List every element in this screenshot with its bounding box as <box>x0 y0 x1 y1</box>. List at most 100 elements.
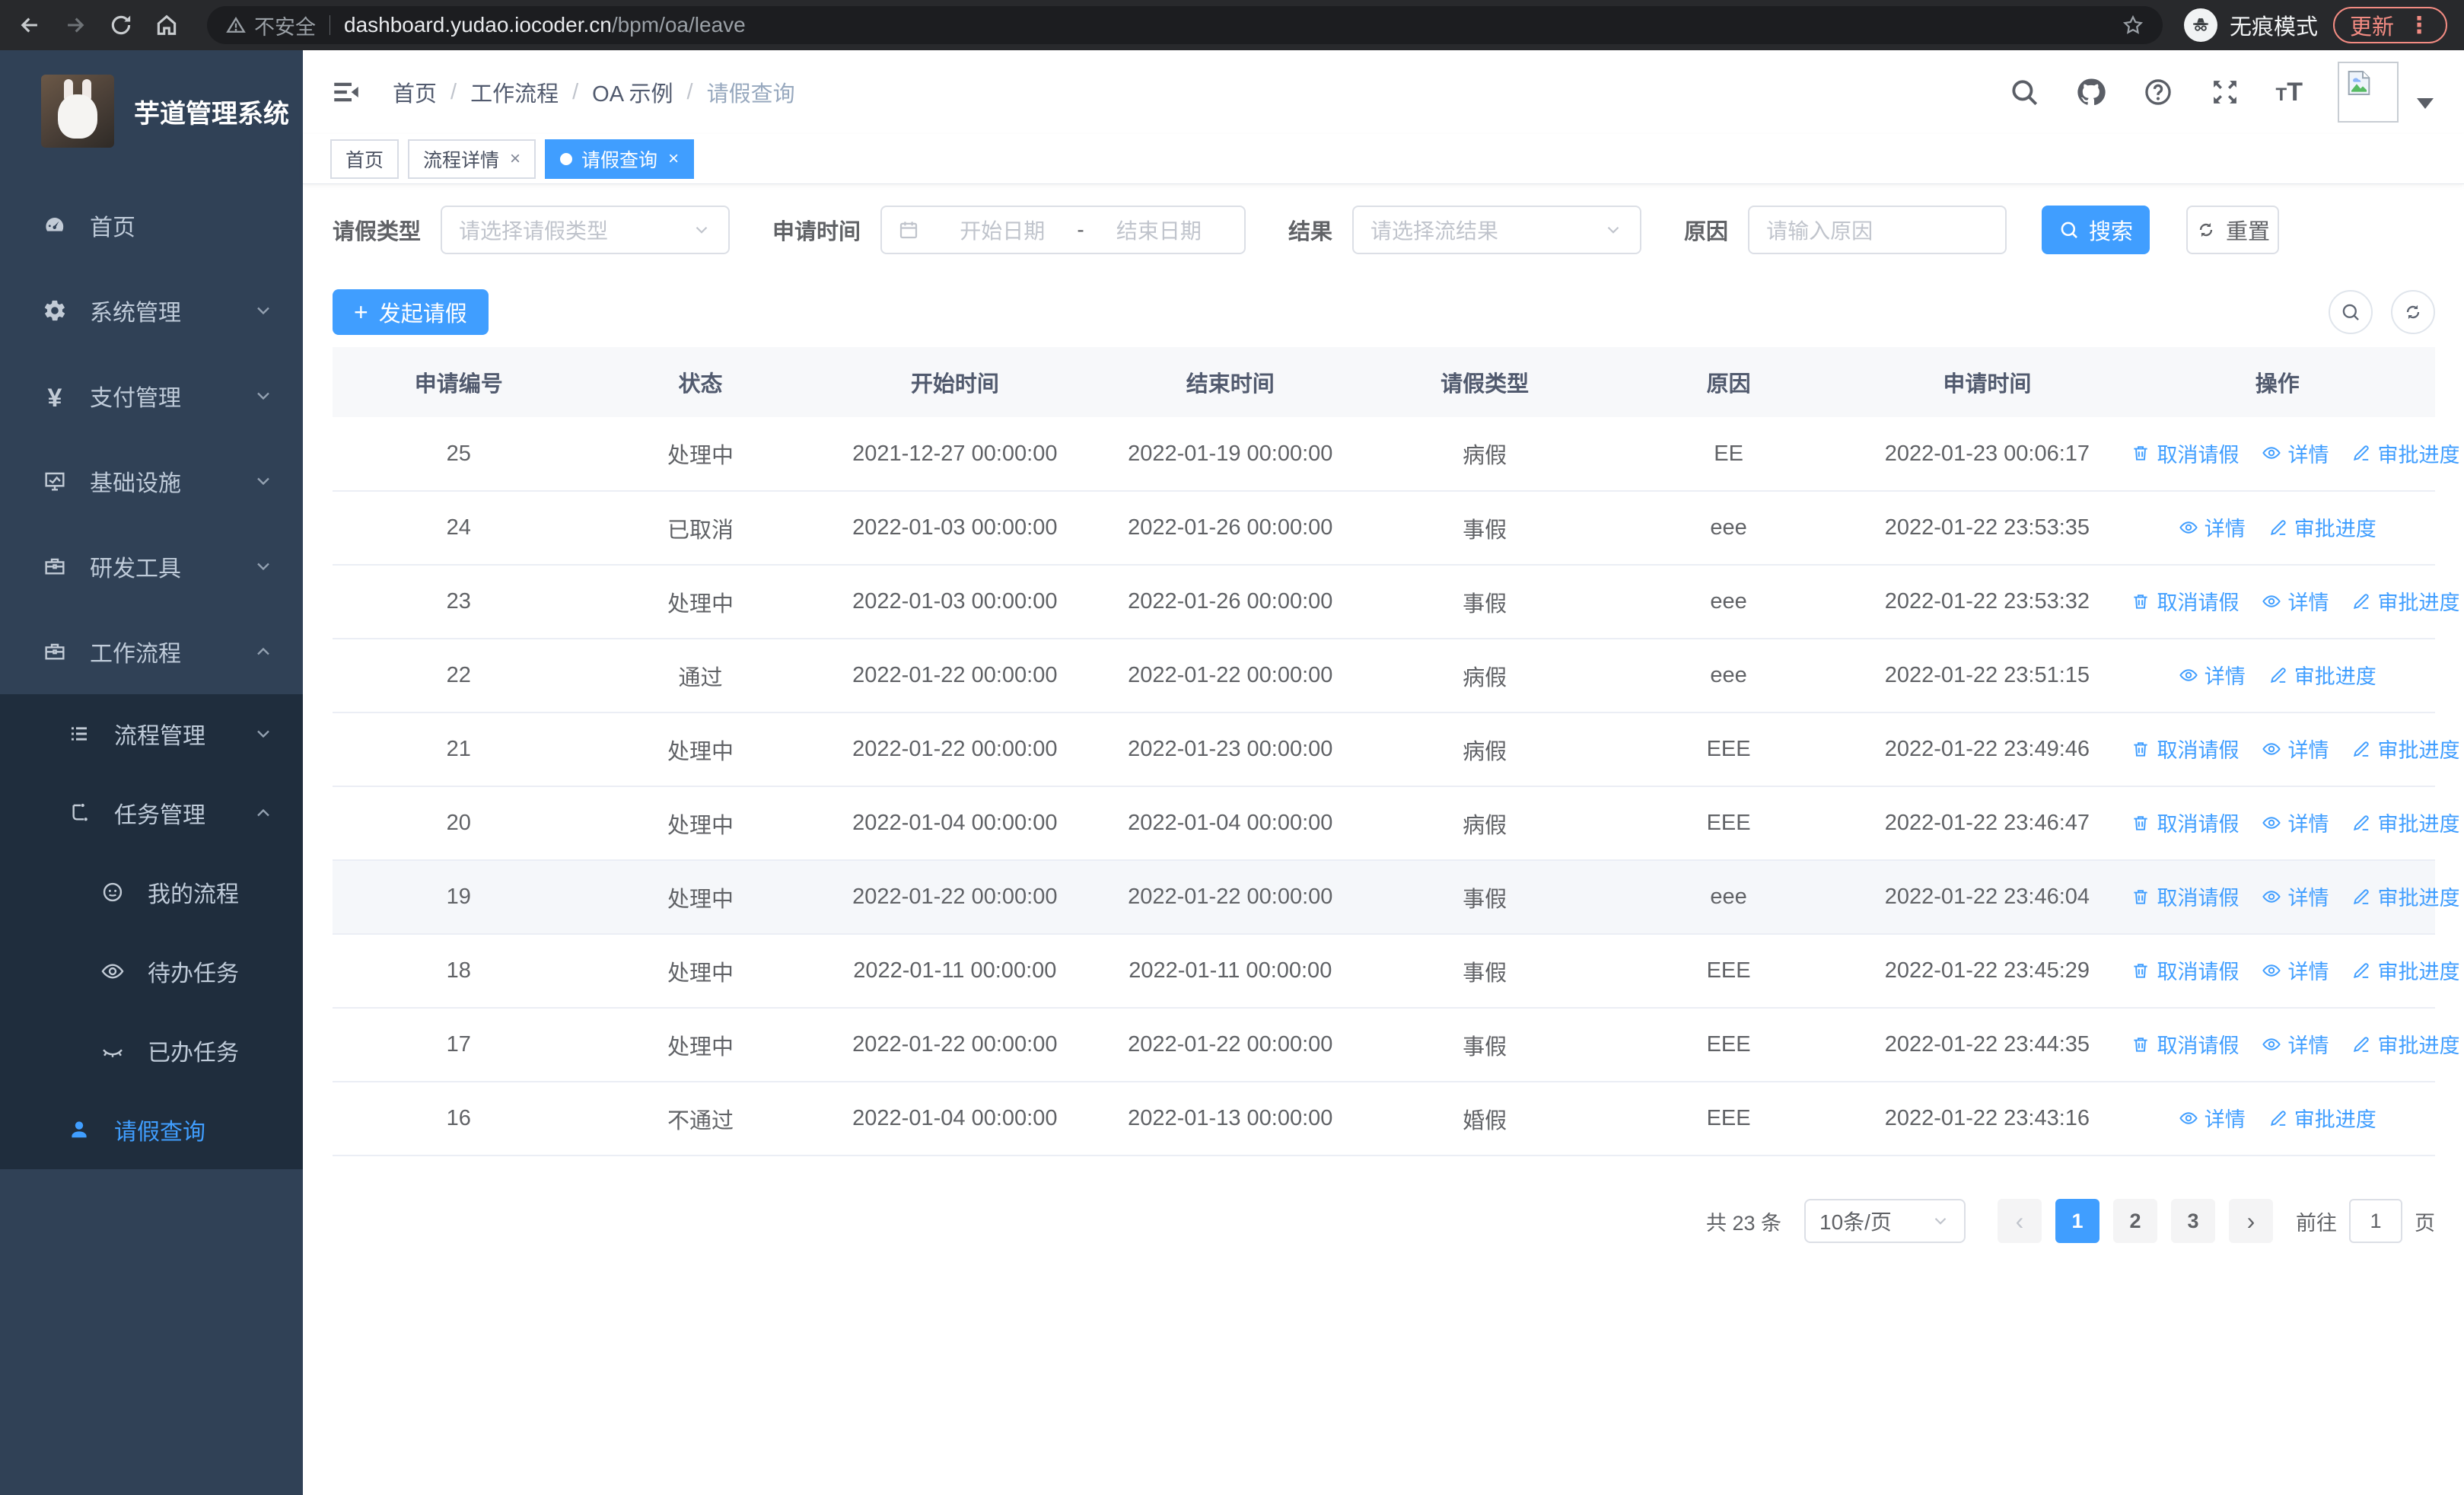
detail-link[interactable]: 详情 <box>2262 955 2329 985</box>
refresh-table-button[interactable] <box>2391 290 2435 334</box>
progress-link[interactable]: 审批进度 <box>2268 660 2376 690</box>
prev-page-button[interactable]: ‹ <box>1998 1199 2042 1243</box>
sidebar-item[interactable]: 工作流程 <box>0 609 303 694</box>
start-date-placeholder[interactable]: 开始日期 <box>932 215 1072 245</box>
reset-button[interactable]: 重置 <box>2186 206 2280 254</box>
sidebar-item[interactable]: 我的流程 <box>0 853 303 932</box>
eye2-icon <box>2262 1034 2281 1054</box>
cell-actions: 取消请假 详情 审批进度 <box>2119 934 2459 1009</box>
page-button[interactable]: 2 <box>2113 1199 2157 1243</box>
cell-type: 病假 <box>1367 417 1603 492</box>
github-icon[interactable] <box>2075 76 2107 108</box>
kebab-menu-icon[interactable]: ⋮ <box>2408 12 2431 39</box>
detail-link[interactable]: 详情 <box>2179 1103 2246 1133</box>
create-leave-button[interactable]: + 发起请假 <box>333 289 489 335</box>
cancel-link[interactable]: 取消请假 <box>2131 586 2239 616</box>
avatar[interactable] <box>2338 62 2399 123</box>
hamburger-icon[interactable] <box>330 76 362 108</box>
tab-active[interactable]: 请假查询 × <box>545 139 695 179</box>
progress-link[interactable]: 审批进度 <box>2351 586 2459 616</box>
help-icon[interactable] <box>2142 76 2174 108</box>
toggle-search-button[interactable] <box>2329 290 2373 334</box>
cell-reason: eee <box>1602 639 1855 713</box>
search-button[interactable]: 搜索 <box>2042 206 2150 254</box>
cell-status: 处理中 <box>584 786 817 861</box>
detail-link[interactable]: 详情 <box>2262 881 2329 911</box>
date-range-picker[interactable]: 开始日期 - 结束日期 <box>880 206 1246 254</box>
leave-table: 申请编号 状态 开始时间 结束时间 请假类型 原因 申请时间 操作 25 处理中 2021-12-… <box>333 347 2459 1156</box>
detail-link[interactable]: 详情 <box>2262 586 2329 616</box>
cell-reason: EEE <box>1602 1008 1855 1082</box>
sidebar-item[interactable]: 系统管理 <box>0 268 303 353</box>
table-row: 17 处理中 2022-01-22 00:00:00 2022-01-22 00:00… <box>333 1008 2459 1082</box>
goto-page-input[interactable]: 1 <box>2349 1199 2402 1243</box>
detail-link[interactable]: 详情 <box>2262 1029 2329 1059</box>
cancel-link[interactable]: 取消请假 <box>2131 955 2239 985</box>
progress-link[interactable]: 审批进度 <box>2351 734 2459 763</box>
avatar-dropdown-caret-icon[interactable] <box>2417 98 2434 109</box>
progress-link[interactable]: 审批进度 <box>2268 1103 2376 1133</box>
cell-status: 处理中 <box>584 860 817 935</box>
reason-input[interactable]: 请输入原因 <box>1748 206 2007 254</box>
cell-end: 2022-01-23 00:00:00 <box>1094 712 1367 787</box>
close-icon[interactable]: × <box>510 149 520 168</box>
detail-link[interactable]: 详情 <box>2262 438 2329 468</box>
face-icon <box>100 880 125 904</box>
sidebar-item[interactable]: 请假查询 <box>0 1090 303 1169</box>
cell-reason: EE <box>1602 417 1855 492</box>
incognito-indicator: 无痕模式 <box>2183 8 2318 42</box>
leave-type-select[interactable]: 请选择请假类型 <box>441 206 731 254</box>
cell-start: 2022-01-04 00:00:00 <box>816 786 1094 861</box>
cancel-link[interactable]: 取消请假 <box>2131 808 2239 837</box>
breadcrumb-item[interactable]: 首页 <box>393 76 437 108</box>
sidebar-item[interactable]: 已办任务 <box>0 1011 303 1090</box>
result-select[interactable]: 请选择流结果 <box>1352 206 1642 254</box>
sidebar-item[interactable]: 流程管理 <box>0 694 303 773</box>
sidebar-item[interactable]: 首页 <box>0 183 303 268</box>
progress-link[interactable]: 审批进度 <box>2351 955 2459 985</box>
font-size-icon[interactable]: TT <box>2276 79 2303 105</box>
back-icon[interactable] <box>17 12 43 38</box>
progress-link[interactable]: 审批进度 <box>2351 438 2459 468</box>
progress-link[interactable]: 审批进度 <box>2351 808 2459 837</box>
user-icon <box>67 1117 91 1142</box>
browser-menu-update-button[interactable]: 更新 ⋮ <box>2332 7 2447 43</box>
progress-link[interactable]: 审批进度 <box>2351 881 2459 911</box>
end-date-placeholder[interactable]: 结束日期 <box>1089 215 1229 245</box>
sidebar-item[interactable]: 基础设施 <box>0 438 303 524</box>
sidebar-item[interactable]: 研发工具 <box>0 524 303 609</box>
cancel-link[interactable]: 取消请假 <box>2131 1029 2239 1059</box>
reload-icon[interactable] <box>108 12 134 38</box>
fullscreen-icon[interactable] <box>2209 76 2241 108</box>
breadcrumb-item[interactable]: OA 示例 <box>592 76 673 108</box>
address-bar[interactable]: 不安全 dashboard.yudao.iocoder.cn/bpm/oa/le… <box>207 6 2163 44</box>
cancel-link[interactable]: 取消请假 <box>2131 734 2239 763</box>
cancel-link[interactable]: 取消请假 <box>2131 881 2239 911</box>
home-icon[interactable] <box>154 12 180 38</box>
app-logo[interactable]: 芋道管理系统 <box>0 50 303 172</box>
sidebar-item[interactable]: 任务管理 <box>0 773 303 853</box>
bookmark-star-icon[interactable] <box>2122 14 2144 37</box>
search-icon[interactable] <box>2008 76 2040 108</box>
progress-link[interactable]: 审批进度 <box>2351 1029 2459 1059</box>
cancel-link[interactable]: 取消请假 <box>2131 438 2239 468</box>
page-button[interactable]: 1 <box>2055 1199 2099 1243</box>
detail-link[interactable]: 详情 <box>2179 660 2246 690</box>
sidebar-item[interactable]: ¥ 支付管理 <box>0 353 303 438</box>
breadcrumb-item[interactable]: 工作流程 <box>470 76 559 108</box>
cell-actions: 取消请假 详情 审批进度 <box>2119 712 2459 787</box>
warning-icon <box>225 14 247 36</box>
detail-link[interactable]: 详情 <box>2179 512 2246 542</box>
tab-item[interactable]: 首页× <box>330 139 400 179</box>
detail-link[interactable]: 详情 <box>2262 734 2329 763</box>
detail-link[interactable]: 详情 <box>2262 808 2329 837</box>
progress-link[interactable]: 审批进度 <box>2268 512 2376 542</box>
page-button[interactable]: 3 <box>2171 1199 2215 1243</box>
sidebar-item[interactable]: 待办任务 <box>0 932 303 1011</box>
cell-reason: EEE <box>1602 712 1855 787</box>
next-page-button[interactable]: › <box>2229 1199 2273 1243</box>
forward-icon[interactable] <box>62 12 88 38</box>
close-icon[interactable]: × <box>668 149 679 168</box>
tab-item[interactable]: 流程详情 × <box>408 139 536 179</box>
page-size-select[interactable]: 10条/页 <box>1804 1199 1966 1243</box>
